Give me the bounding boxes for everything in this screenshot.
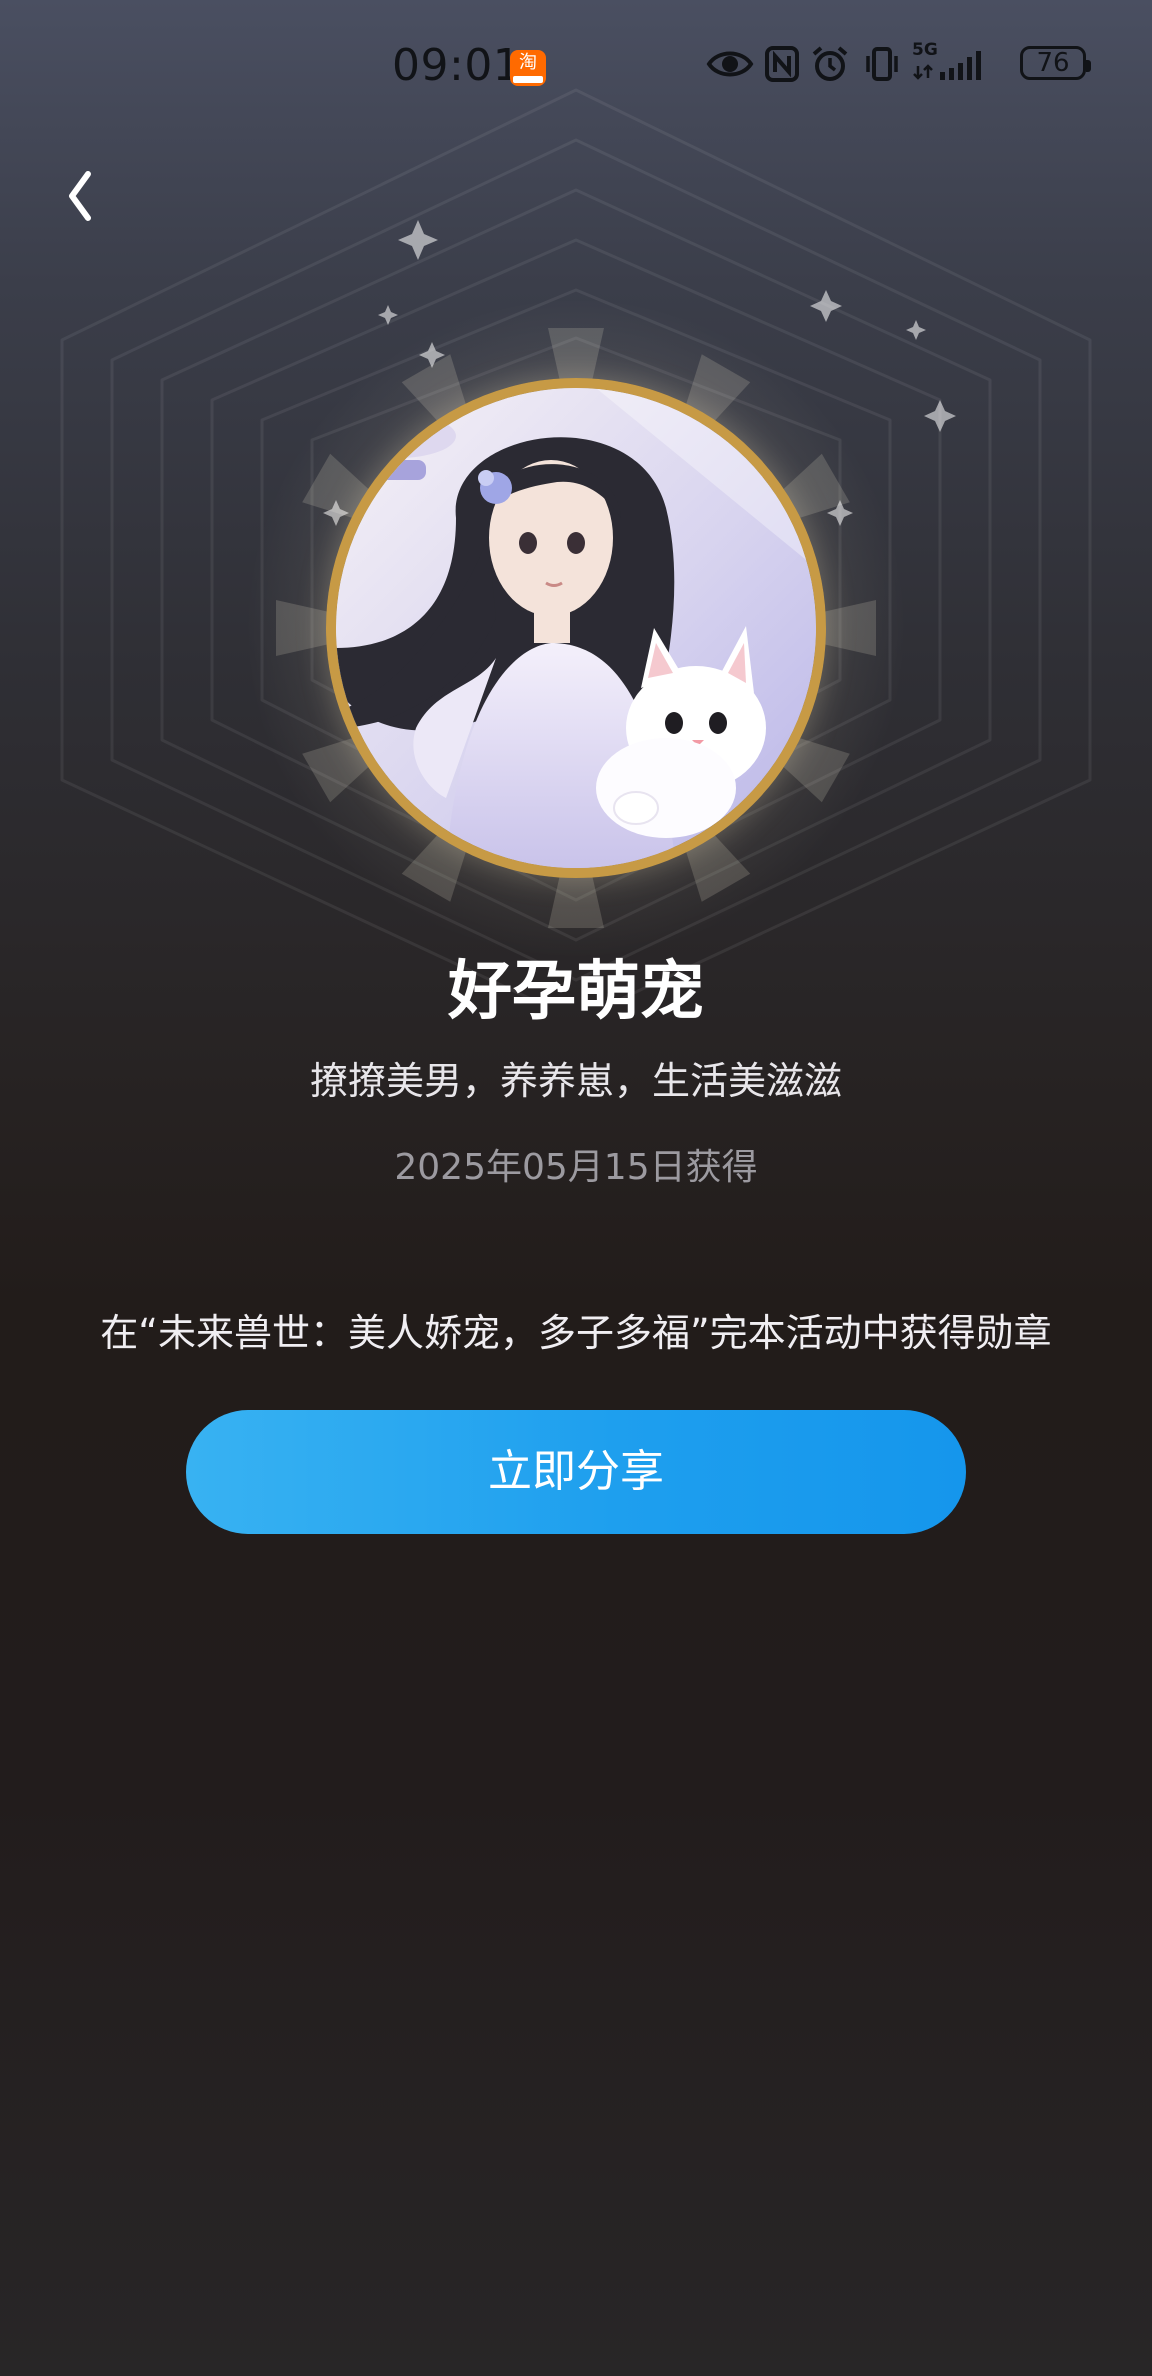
share-button[interactable]: 立即分享 xyxy=(186,1410,966,1534)
medal-obtained-date: 2025年05月15日获得 xyxy=(394,1147,758,1188)
medal-description: 在“未来兽世：美人娇宠，多子多福”完本活动中获得勋章 xyxy=(100,1311,1052,1355)
medal-title: 好孕萌宠 xyxy=(448,955,704,1029)
medal-image xyxy=(326,378,826,878)
medal-illustration xyxy=(336,388,816,868)
medal-subtitle: 撩撩美男，养养崽，生活美滋滋 xyxy=(309,1059,842,1103)
